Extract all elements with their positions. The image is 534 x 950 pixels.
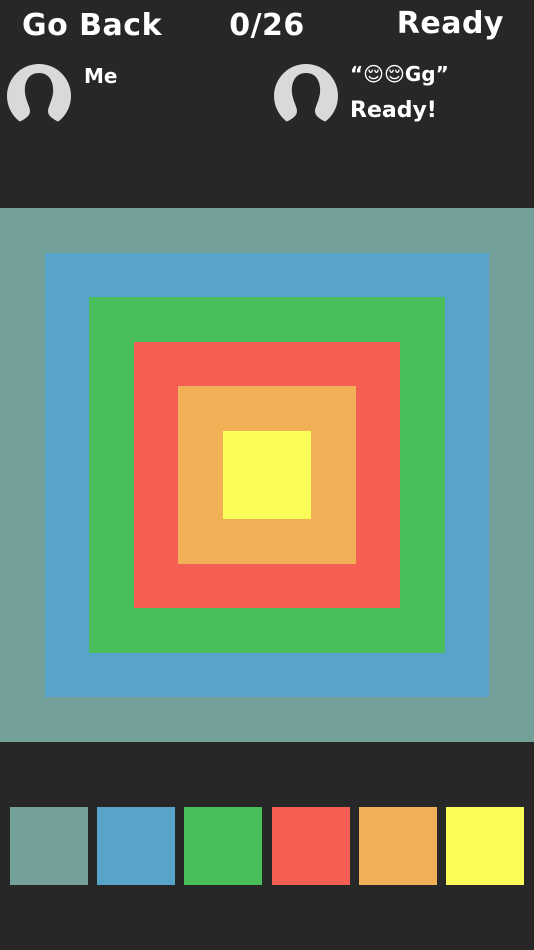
color-palette [0,807,534,885]
color-swatch-orange[interactable] [359,807,437,885]
game-board [0,208,534,742]
person-silhouette-icon [6,63,72,129]
person-silhouette-icon [273,63,339,129]
player-status-opponent: Ready! [350,98,437,123]
ready-button[interactable]: Ready [397,6,504,41]
color-swatch-yellow[interactable] [446,807,524,885]
board-ring-yellow [223,431,311,519]
color-swatch-red[interactable] [272,807,350,885]
color-swatch-green[interactable] [184,807,262,885]
color-swatch-blue[interactable] [97,807,175,885]
color-swatch-teal[interactable] [10,807,88,885]
player-name-opponent: “😌😌Gg” [350,62,449,86]
player-name-me: Me [84,64,118,88]
